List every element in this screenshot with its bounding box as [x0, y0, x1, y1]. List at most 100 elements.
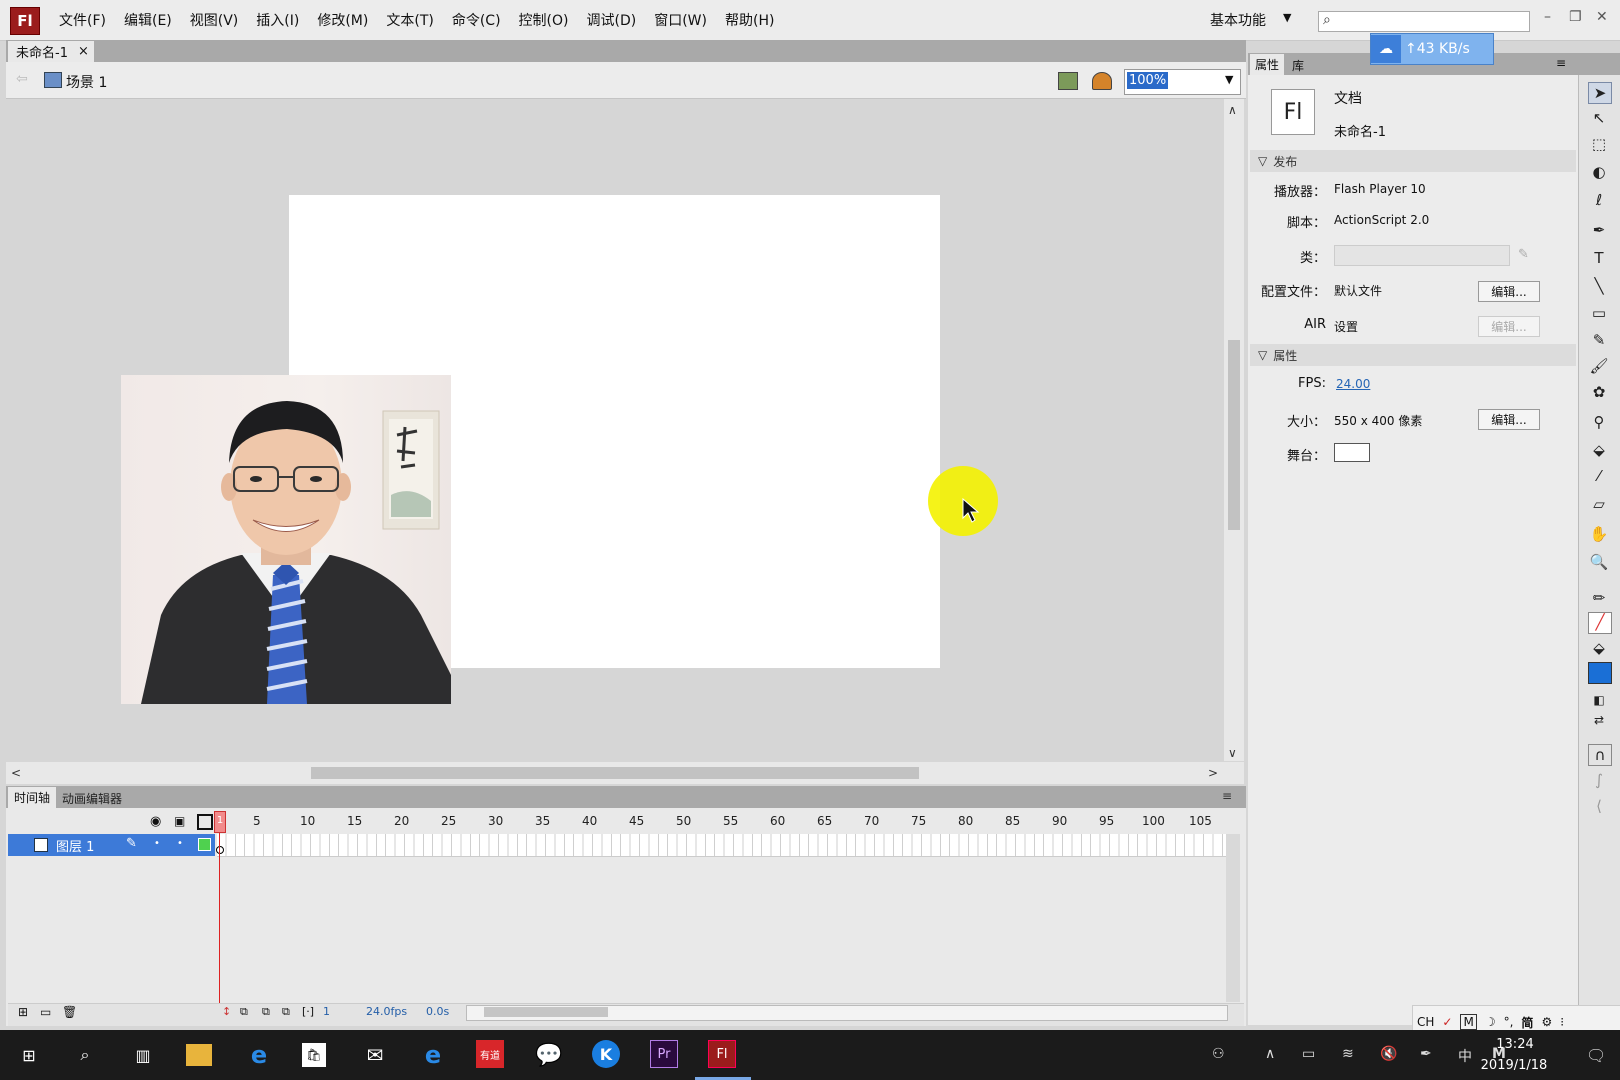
vertical-scroll-thumb[interactable]	[1228, 340, 1240, 530]
modify-markers-icon[interactable]: [·]	[302, 1005, 314, 1018]
close-icon[interactable]: ×	[78, 44, 89, 59]
minimize-icon[interactable]: –	[1544, 9, 1551, 25]
outline-icon[interactable]	[197, 814, 213, 830]
menu-text[interactable]: 文本(T)	[377, 10, 442, 30]
deco-icon[interactable]: ✿	[1588, 382, 1610, 402]
scroll-down-icon[interactable]: ∨	[1228, 746, 1237, 760]
delete-icon[interactable]: 🗑	[62, 1005, 77, 1019]
ime-language[interactable]: 中	[1458, 1046, 1472, 1066]
keyframe-icon[interactable]	[216, 846, 224, 854]
eyedropper-icon[interactable]: ⁄	[1588, 466, 1610, 486]
menu-window[interactable]: 窗口(W)	[645, 10, 716, 30]
line-tool-icon[interactable]: ╲	[1588, 276, 1610, 296]
menu-debug[interactable]: 调试(D)	[578, 10, 646, 30]
store-icon[interactable]: 🛍	[302, 1043, 326, 1067]
swap-colors-icon[interactable]: ⇄	[1588, 710, 1610, 730]
menu-control[interactable]: 控制(O)	[510, 10, 578, 30]
horizontal-scroll-thumb[interactable]	[311, 767, 919, 779]
layer-name[interactable]: 图层 1	[56, 836, 94, 855]
subselection-tool-icon[interactable]: ↖	[1588, 108, 1610, 128]
lock-icon[interactable]: ▣	[174, 814, 185, 828]
wechat-icon[interactable]: 💬	[534, 1040, 564, 1070]
pen-icon[interactable]: ✒	[1588, 220, 1610, 240]
stage-color-swatch[interactable]	[1334, 443, 1370, 462]
clock-date[interactable]: 2019/1/18	[1474, 1058, 1554, 1073]
ime-punct-icon[interactable]: °,	[1504, 1015, 1514, 1029]
back-arrow-icon[interactable]: ⇦	[16, 71, 28, 87]
menu-modify[interactable]: 修改(M)	[308, 10, 377, 30]
ie-icon[interactable]: e	[418, 1040, 448, 1070]
youdao-icon[interactable]: 有道	[476, 1040, 504, 1068]
zoom-value[interactable]: 100%	[1127, 72, 1169, 89]
menu-commands[interactable]: 命令(C)	[443, 10, 510, 30]
ime-tool-icon[interactable]: ✓	[1442, 1015, 1452, 1029]
clock-time[interactable]: 13:24	[1480, 1037, 1550, 1052]
gear-icon[interactable]: ⚙	[1541, 1015, 1552, 1029]
edge-icon[interactable]: e	[244, 1040, 274, 1070]
scroll-up-icon[interactable]: ∧	[1228, 103, 1237, 117]
text-tool-icon[interactable]: T	[1588, 248, 1610, 268]
mail-icon[interactable]: ✉	[360, 1040, 390, 1070]
properties-section-header[interactable]: ▽ 属性	[1250, 344, 1576, 366]
edit-profile-button[interactable]: 编辑...	[1478, 281, 1540, 302]
new-layer-icon[interactable]: ⊞	[18, 1005, 28, 1019]
edit-scene-icon[interactable]	[1058, 72, 1078, 90]
zoom-tool-icon[interactable]: 🔍	[1588, 552, 1610, 572]
snap-to-objects-icon[interactable]: ∩	[1588, 744, 1612, 766]
timeline-vertical-scrollbar[interactable]	[1226, 834, 1240, 1002]
layer-outline-color[interactable]	[198, 838, 211, 851]
playhead[interactable]: 1	[214, 811, 226, 833]
smooth-icon[interactable]: ∫	[1588, 770, 1610, 790]
center-frame-icon[interactable]: ↕	[222, 1005, 231, 1018]
workspace-switcher[interactable]: 基本功能	[1210, 10, 1266, 30]
tab-motion-editor[interactable]: 动画编辑器	[62, 790, 122, 807]
tab-library[interactable]: 库	[1292, 57, 1304, 74]
search-icon[interactable]: ⌕	[70, 1040, 100, 1070]
timeline-scroll-thumb[interactable]	[484, 1007, 608, 1017]
battery-icon[interactable]: ▭	[1302, 1046, 1315, 1062]
ime-ch[interactable]: CH	[1417, 1015, 1434, 1029]
stroke-swatch[interactable]: ╱	[1588, 612, 1612, 634]
fill-color-swatch[interactable]	[1588, 662, 1612, 684]
frames-row[interactable]	[217, 834, 1227, 857]
close-icon[interactable]: ✕	[1596, 9, 1608, 25]
bone-icon[interactable]: ⚲	[1588, 412, 1610, 432]
stroke-color-icon[interactable]: ✏	[1588, 588, 1610, 608]
visibility-dot[interactable]: •	[154, 838, 160, 849]
publish-section-header[interactable]: ▽ 发布	[1250, 150, 1576, 172]
ime-moon-icon[interactable]: ☽	[1485, 1015, 1496, 1029]
menu-file[interactable]: 文件(F)	[50, 10, 115, 30]
fps-value[interactable]: 24.00	[1336, 377, 1370, 391]
people-icon[interactable]: ⚇	[1212, 1046, 1225, 1062]
flash-icon[interactable]: Fl	[708, 1040, 736, 1068]
document-tab[interactable]: 未命名-1 ×	[8, 41, 94, 62]
menu-help[interactable]: 帮助(H)	[716, 10, 783, 30]
paint-bucket-icon[interactable]: ⬙	[1588, 440, 1610, 460]
panel-menu-icon[interactable]: ≡	[1222, 789, 1232, 803]
kugou-icon[interactable]: K	[592, 1040, 620, 1068]
chevron-up-icon[interactable]: ∧	[1265, 1046, 1275, 1062]
premiere-icon[interactable]: Pr	[650, 1040, 678, 1068]
ime-simplified[interactable]: 简	[1521, 1014, 1533, 1031]
3d-rotation-icon[interactable]: ◐	[1588, 162, 1610, 182]
pencil-icon[interactable]: ✎	[1518, 247, 1529, 262]
edit-symbol-icon[interactable]	[1092, 72, 1112, 90]
rectangle-tool-icon[interactable]: ▭	[1588, 303, 1610, 323]
black-white-icon[interactable]: ◧	[1588, 690, 1610, 710]
ime-menu-icon[interactable]: ⁝	[1560, 1015, 1564, 1029]
menu-insert[interactable]: 插入(I)	[247, 10, 308, 30]
pen-tray-icon[interactable]: ✒	[1420, 1046, 1432, 1062]
scroll-right-icon[interactable]: >	[1208, 766, 1218, 780]
panel-menu-icon[interactable]: ≡	[1556, 56, 1566, 70]
eraser-icon[interactable]: ▱	[1588, 494, 1610, 514]
new-folder-icon[interactable]: ▭	[40, 1005, 51, 1019]
windows-start-icon[interactable]: ⊞	[14, 1040, 44, 1070]
scroll-left-icon[interactable]: <	[11, 766, 21, 780]
wifi-icon[interactable]: ≋	[1342, 1046, 1354, 1062]
edit-air-button[interactable]: 编辑...	[1478, 316, 1540, 337]
lock-dot[interactable]: •	[177, 838, 183, 849]
ime-m[interactable]: M	[1460, 1014, 1477, 1030]
fill-bucket-icon[interactable]: ⬙	[1588, 638, 1610, 658]
menu-view[interactable]: 视图(V)	[181, 10, 248, 30]
brush-icon[interactable]: 🖌	[1588, 356, 1610, 376]
